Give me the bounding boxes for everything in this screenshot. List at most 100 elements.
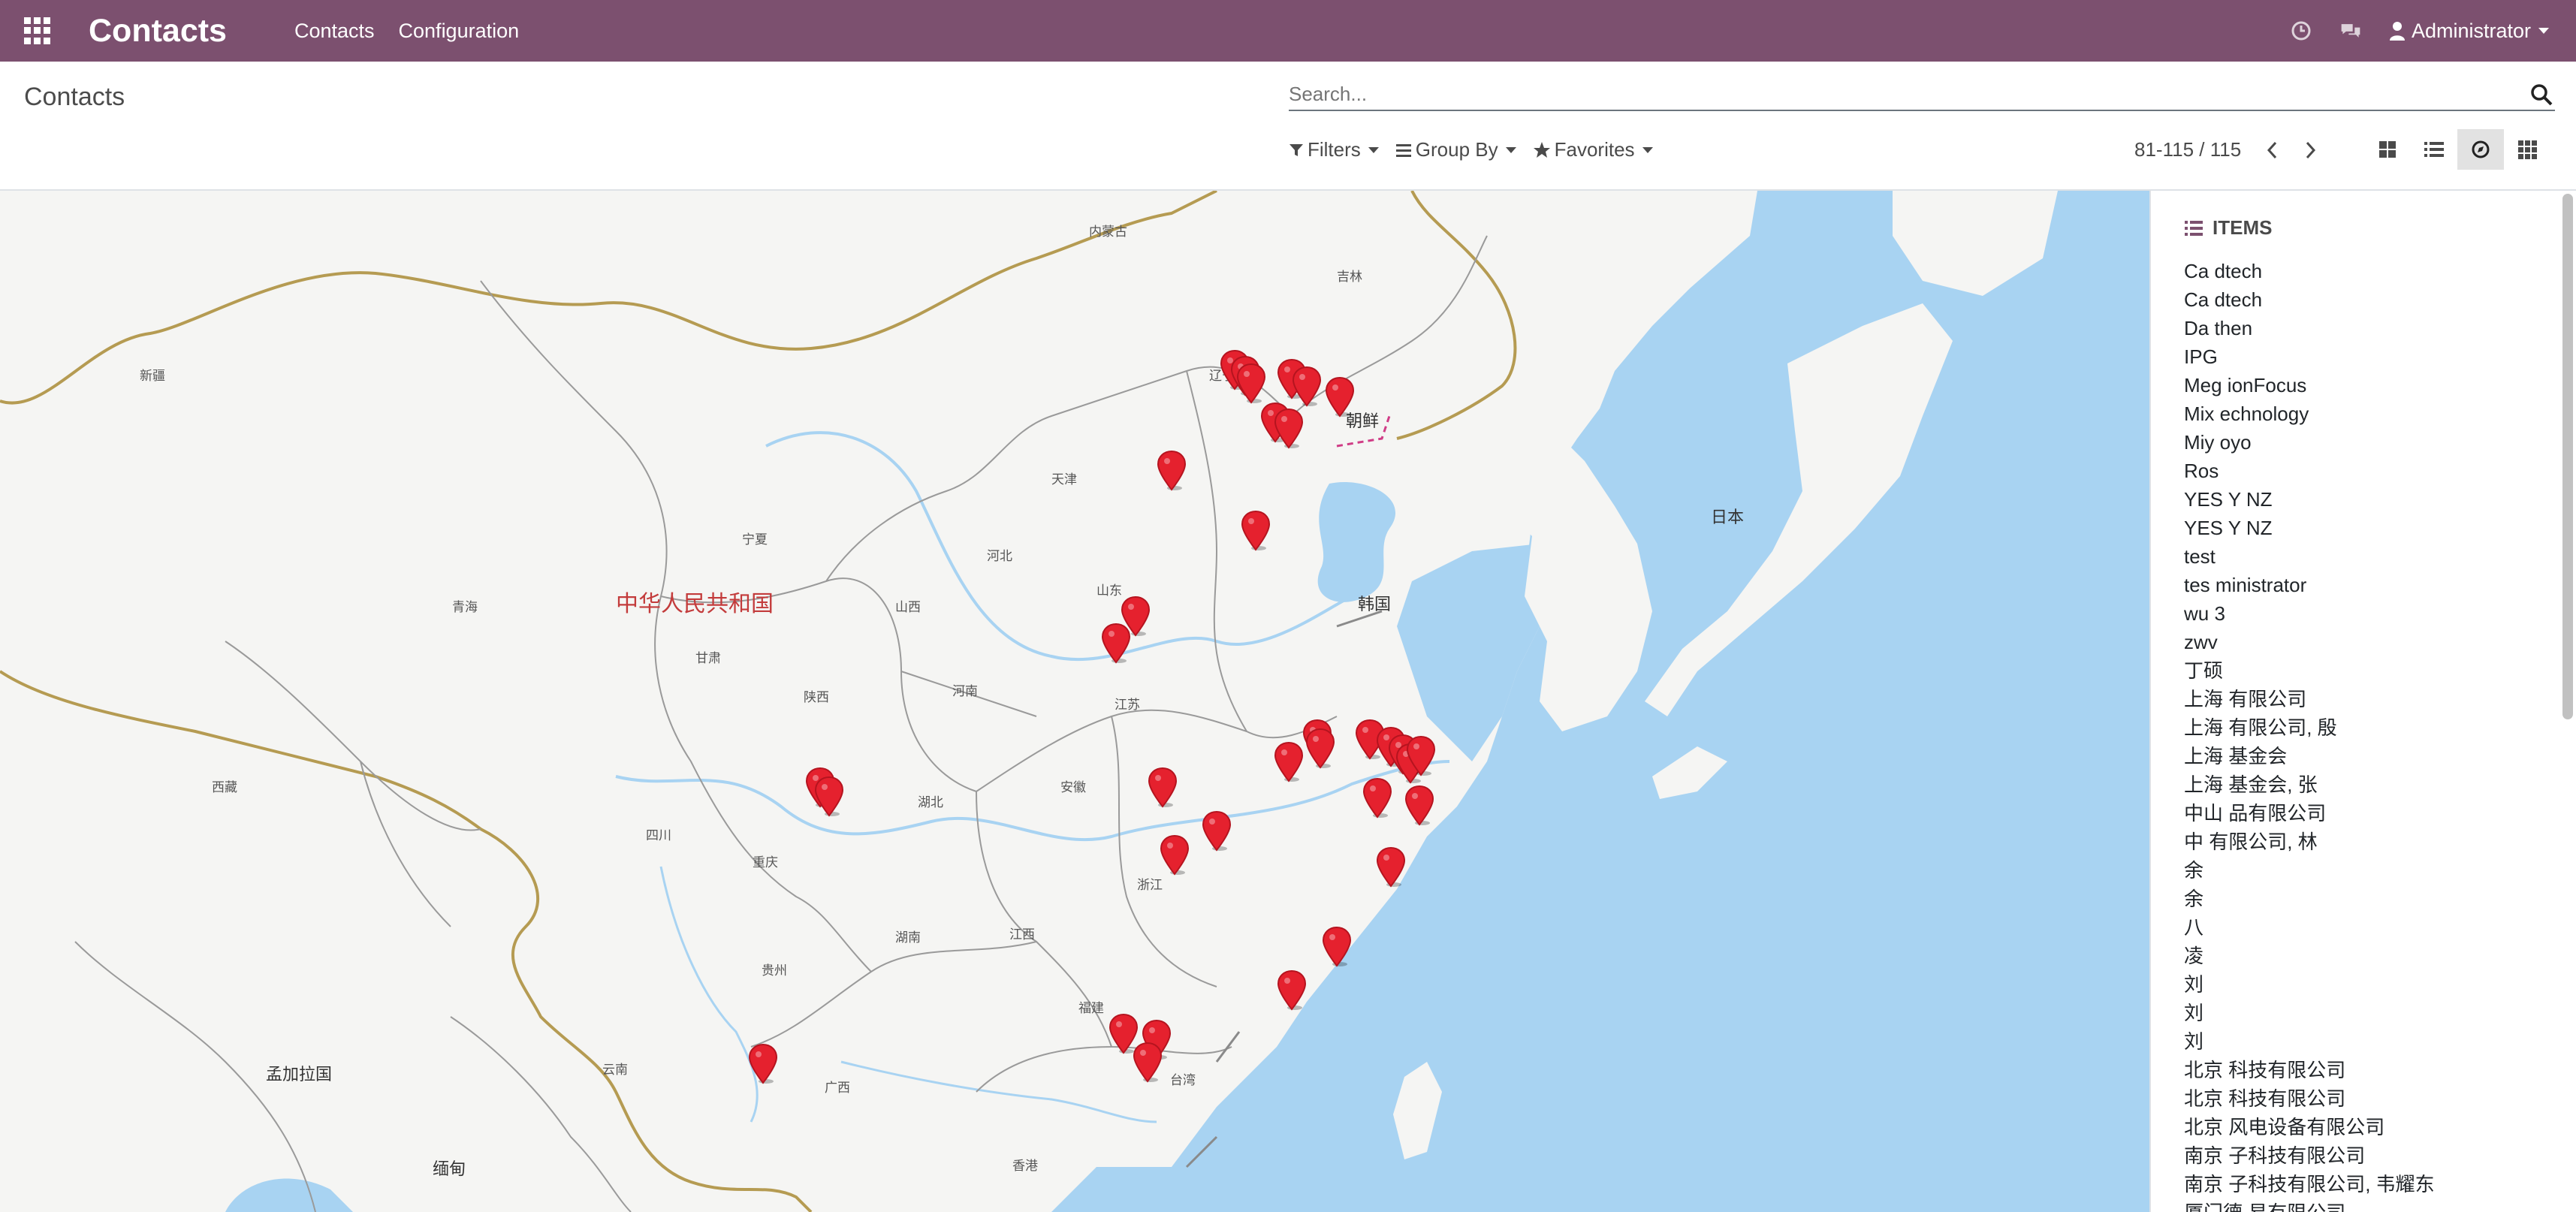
list-item[interactable]: 刘 bbox=[2184, 1027, 2435, 1056]
map-marker-icon[interactable] bbox=[1239, 509, 1272, 551]
list-item[interactable]: 中 有限公司, 林 bbox=[2184, 828, 2435, 856]
map-marker-icon[interactable] bbox=[1131, 1041, 1164, 1083]
list-item[interactable]: Meg ionFocus bbox=[2184, 371, 2435, 399]
list-item[interactable]: Ca dtech bbox=[2184, 285, 2435, 314]
map-marker-icon[interactable] bbox=[1361, 776, 1394, 819]
list-item[interactable]: 北京 科技有限公司 bbox=[2184, 1084, 2435, 1113]
map-marker-icon[interactable] bbox=[1272, 407, 1305, 449]
scrollbar[interactable] bbox=[2562, 194, 2573, 719]
pager-previous-button[interactable] bbox=[2264, 139, 2280, 161]
map-marker-icon[interactable] bbox=[1374, 846, 1407, 888]
map-marker-icon[interactable] bbox=[1275, 969, 1308, 1011]
list-item[interactable]: wu 3 bbox=[2184, 599, 2435, 628]
list-item[interactable]: 上海 有限公司 bbox=[2184, 685, 2435, 713]
messages-icon[interactable] bbox=[2339, 20, 2362, 42]
label-mengjiala: 孟加拉国 bbox=[266, 1065, 332, 1084]
label-jilin: 吉林 bbox=[1337, 270, 1362, 284]
star-icon bbox=[1533, 141, 1550, 158]
map-marker-icon[interactable] bbox=[1323, 375, 1356, 418]
list-item[interactable]: 余 bbox=[2184, 856, 2435, 885]
label-hanguo: 韩国 bbox=[1358, 595, 1391, 614]
view-switcher bbox=[2364, 129, 2550, 170]
list-item[interactable]: 厦门德 易有限公司 bbox=[2184, 1198, 2435, 1212]
items-heading: ITEMS bbox=[2184, 216, 2272, 240]
list-item[interactable]: 北京 科技有限公司 bbox=[2184, 1056, 2435, 1084]
user-menu[interactable]: Administrator bbox=[2389, 20, 2549, 43]
activity-clock-icon[interactable] bbox=[2290, 20, 2312, 42]
items-list: Ca dtech Ca dtech Da then IPG Meg ionFocus Mi… bbox=[2184, 257, 2435, 1212]
list-item[interactable]: 刘 bbox=[2184, 970, 2435, 999]
map-marker-icon[interactable] bbox=[1290, 365, 1323, 407]
label-ningxia: 宁夏 bbox=[742, 532, 768, 547]
map-marker-icon[interactable] bbox=[1099, 622, 1133, 664]
list-item[interactable]: 北京 风电设备有限公司 bbox=[2184, 1113, 2435, 1141]
list-item[interactable]: 中山 品有限公司 bbox=[2184, 799, 2435, 828]
list-item[interactable]: 南京 子科技有限公司, 韦耀东 bbox=[2184, 1170, 2435, 1198]
list-item[interactable]: YES Y NZ bbox=[2184, 485, 2435, 514]
list-icon bbox=[2424, 142, 2444, 157]
list-item[interactable]: 凌 bbox=[2184, 942, 2435, 970]
map-marker-icon[interactable] bbox=[1235, 362, 1268, 404]
apps-menu-icon[interactable] bbox=[24, 17, 51, 44]
label-sichuan: 四川 bbox=[646, 828, 671, 843]
label-neimenggu: 内蒙古 bbox=[1089, 225, 1127, 239]
list-item[interactable]: IPG bbox=[2184, 342, 2435, 371]
pager-value[interactable]: 81-115 / 115 bbox=[2134, 138, 2241, 161]
list-item[interactable]: zwv bbox=[2184, 628, 2435, 656]
map-marker-icon[interactable] bbox=[1404, 734, 1437, 776]
chevron-left-icon bbox=[2267, 141, 2277, 158]
label-yunnan: 云南 bbox=[602, 1063, 628, 1077]
items-panel: ITEMS Ca dtech Ca dtech Da then IPG Meg ionF… bbox=[2149, 191, 2576, 1212]
search-input[interactable] bbox=[1289, 82, 2555, 106]
list-item[interactable]: 南京 子科技有限公司 bbox=[2184, 1141, 2435, 1170]
group-by-button[interactable]: Group By bbox=[1395, 138, 1516, 161]
filters-label: Filters bbox=[1308, 138, 1361, 161]
list-item[interactable]: 上海 基金会, 张 bbox=[2184, 770, 2435, 799]
map-marker-icon[interactable] bbox=[1403, 784, 1436, 826]
map-view[interactable]: 中华人民共和国 内蒙古 吉林 新疆 辽宁 宁夏 天津 河北 青海 山西 山东 甘… bbox=[0, 191, 2149, 1212]
list-item[interactable]: Miy oyo bbox=[2184, 428, 2435, 457]
list-view-button[interactable] bbox=[2411, 129, 2457, 170]
list-item[interactable]: Mix echnology bbox=[2184, 399, 2435, 428]
list-item[interactable]: 八 bbox=[2184, 913, 2435, 942]
japan-south bbox=[1652, 746, 1727, 799]
list-item[interactable]: 余 bbox=[2184, 885, 2435, 913]
map-marker-icon[interactable] bbox=[747, 1042, 780, 1084]
kanban-icon bbox=[2379, 141, 2396, 158]
map-marker-icon[interactable] bbox=[1272, 740, 1305, 782]
filters-button[interactable]: Filters bbox=[1289, 138, 1379, 161]
list-item[interactable]: Ros bbox=[2184, 457, 2435, 485]
group-by-label: Group By bbox=[1415, 138, 1498, 161]
kanban-view-button[interactable] bbox=[2364, 129, 2411, 170]
list-item[interactable]: tes ministrator bbox=[2184, 571, 2435, 599]
list-item[interactable]: 刘 bbox=[2184, 999, 2435, 1027]
map-marker-icon[interactable] bbox=[1146, 766, 1179, 808]
grid-view-button[interactable] bbox=[2504, 129, 2550, 170]
map-marker-icon[interactable] bbox=[1155, 449, 1188, 491]
breadcrumb[interactable]: Contacts bbox=[24, 83, 125, 112]
label-henan: 河南 bbox=[952, 684, 978, 698]
map-canvas[interactable]: 中华人民共和国 内蒙古 吉林 新疆 辽宁 宁夏 天津 河北 青海 山西 山东 甘… bbox=[0, 191, 2149, 1212]
map-marker-icon[interactable] bbox=[1200, 810, 1233, 852]
map-marker-icon[interactable] bbox=[1304, 727, 1337, 769]
list-item[interactable]: YES Y NZ bbox=[2184, 514, 2435, 542]
user-name: Administrator bbox=[2411, 19, 2531, 42]
map-marker-icon[interactable] bbox=[1158, 834, 1191, 876]
map-marker-icon[interactable] bbox=[1320, 925, 1353, 967]
list-item[interactable]: 丁硕 bbox=[2184, 656, 2435, 685]
menu-contacts[interactable]: Contacts bbox=[294, 20, 375, 43]
grid-icon bbox=[2518, 140, 2537, 159]
map-view-button[interactable] bbox=[2457, 129, 2504, 170]
list-item[interactable]: 上海 基金会 bbox=[2184, 742, 2435, 770]
menu-configuration[interactable]: Configuration bbox=[399, 20, 520, 43]
favorites-button[interactable]: Favorites bbox=[1533, 138, 1653, 161]
list-item[interactable]: test bbox=[2184, 542, 2435, 571]
app-title: Contacts bbox=[89, 12, 227, 49]
list-item[interactable]: Da then bbox=[2184, 314, 2435, 342]
label-guizhou: 贵州 bbox=[762, 963, 787, 978]
map-marker-icon[interactable] bbox=[813, 775, 846, 817]
search-icon[interactable] bbox=[2529, 83, 2553, 107]
list-item[interactable]: 上海 有限公司, 殷 bbox=[2184, 713, 2435, 742]
list-item[interactable]: Ca dtech bbox=[2184, 257, 2435, 285]
pager-next-button[interactable] bbox=[2303, 139, 2319, 161]
